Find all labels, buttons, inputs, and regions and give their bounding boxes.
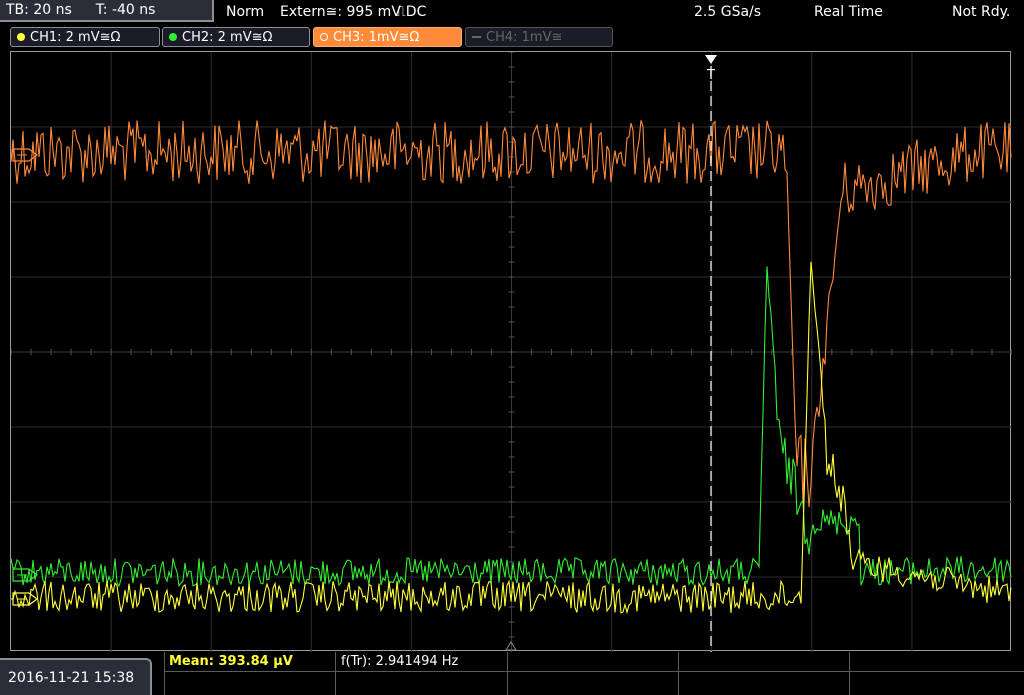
measurement-slot-9[interactable] [679, 672, 850, 695]
measurement-frequency-label: f(Tr): 2.941494 Hz [341, 654, 459, 669]
status-bar: TB: 20 ns T: -40 ns Norm Extern≅: 995 mV… [0, 0, 1024, 24]
acquisition-mode: Real Time [814, 4, 883, 20]
ch2-ground-marker-icon[interactable] [12, 568, 38, 582]
channel-tab-ch4[interactable]: CH4: 1mV≅ [465, 27, 613, 47]
measurement-mean-label: Mean: 393.84 µV [169, 654, 293, 669]
ch4-off-icon [472, 36, 481, 38]
ch1-label: CH1: 2 mV≅Ω [30, 29, 121, 45]
measurement-mean[interactable]: Mean: 393.84 µV [164, 652, 336, 672]
trigger-status[interactable]: Norm Extern≅: 995 mV ⎍DC 2.5 GSa/s Real … [216, 0, 1024, 24]
channel-tab-ch2[interactable]: CH2: 2 mV≅Ω [162, 27, 310, 47]
ch3-indicator-icon [320, 33, 328, 41]
trigger-slope: ⎍DC [396, 4, 427, 20]
measurement-slot-5[interactable] [850, 652, 1024, 672]
timebase-label: TB: 20 ns [6, 2, 72, 18]
trigger-arrow-icon[interactable] [705, 55, 717, 64]
waveform-canvas: T [11, 52, 1012, 652]
ch1-indicator-icon [17, 33, 25, 41]
measurement-slot-8[interactable] [508, 672, 679, 695]
trigger-marker-label: T [706, 68, 715, 83]
measurement-frequency[interactable]: f(Tr): 2.941494 Hz [336, 652, 508, 672]
channel-tab-ch3[interactable]: CH3: 1mV≅Ω [313, 27, 462, 47]
ch2-indicator-icon [169, 33, 177, 41]
measurement-slot-6[interactable] [164, 672, 336, 695]
ch3-label: CH3: 1mV≅Ω [333, 29, 420, 45]
bottom-bar: 2016-11-21 15:38 Mean: 393.84 µV f(Tr): … [0, 652, 1024, 695]
measurement-slot-10[interactable] [850, 672, 1024, 695]
channel-tab-ch1[interactable]: CH1: 2 mV≅Ω [10, 27, 160, 47]
graticule [11, 52, 1012, 652]
trigger-source: Extern≅: 995 mV [280, 4, 401, 20]
ch2-label: CH2: 2 mV≅Ω [182, 29, 273, 45]
datetime-label: 2016-11-21 15:38 [8, 669, 135, 686]
timebase-box[interactable]: TB: 20 ns T: -40 ns [0, 0, 214, 22]
measurement-slot-4[interactable] [679, 652, 850, 672]
channel-tabs: CH1: 2 mV≅Ω CH2: 2 mV≅Ω CH3: 1mV≅Ω CH4: … [0, 25, 1024, 49]
measurement-slot-3[interactable] [508, 652, 679, 672]
measurement-slot-7[interactable] [336, 672, 508, 695]
datetime-box[interactable]: 2016-11-21 15:38 [0, 658, 152, 695]
ready-state: Not Rdy. [952, 4, 1011, 20]
trigger-time-label: T: -40 ns [95, 2, 156, 18]
sample-rate: 2.5 GSa/s [694, 4, 762, 20]
trigger-mode: Norm [226, 4, 265, 20]
measurement-panel[interactable]: Mean: 393.84 µV f(Tr): 2.941494 Hz [164, 652, 1024, 695]
ch4-label: CH4: 1mV≅ [486, 29, 563, 45]
waveform-display[interactable]: T [10, 51, 1012, 652]
